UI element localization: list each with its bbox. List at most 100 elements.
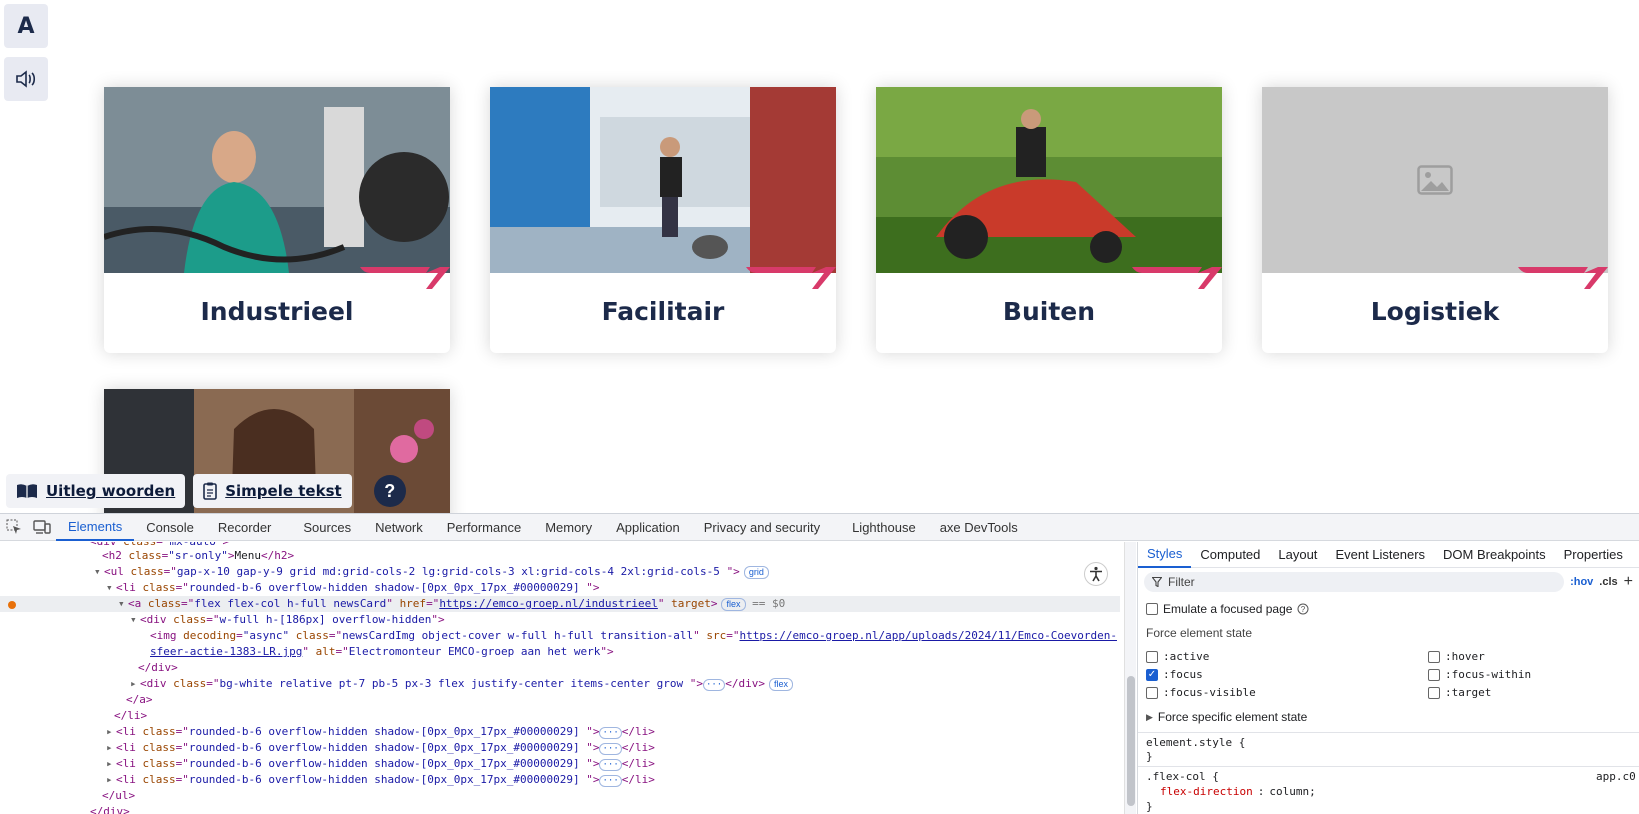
dom-line[interactable]: ▾ <ul class="gap-x-10 gap-y-9 grid md:gri… xyxy=(94,564,769,580)
tab-axe-devtools[interactable]: axe DevTools xyxy=(928,514,1030,541)
state-focus-visible-row[interactable]: :focus-visible xyxy=(1146,686,1256,699)
tab-privacy-security[interactable]: Privacy and security xyxy=(692,514,832,541)
img-src-link[interactable]: https://emco-groep.nl/app/uploads/2024/1… xyxy=(739,629,1117,642)
dom-line-selected[interactable]: ▾ <a class="flex flex-col h-full newsCard… xyxy=(0,596,1120,612)
inspect-element-button[interactable] xyxy=(0,514,28,541)
state-focus-within-checkbox[interactable] xyxy=(1428,668,1440,681)
state-focus-visible-checkbox[interactable] xyxy=(1146,686,1158,699)
tab-network[interactable]: Network xyxy=(363,514,435,541)
collapsed-content-button[interactable]: ··· xyxy=(599,775,622,787)
flex-badge[interactable]: flex xyxy=(768,678,793,691)
hov-toggle[interactable]: :hov xyxy=(1570,576,1593,588)
card-title: Buiten xyxy=(1002,297,1096,326)
dom-line[interactable]: <img decoding="async" class="newsCardImg… xyxy=(150,628,1117,644)
divider xyxy=(1138,766,1639,767)
card-title: Industrieel xyxy=(200,297,354,326)
elements-tree[interactable]: <div class="mx-auto"> <h2 class="sr-only… xyxy=(0,542,1126,814)
news-card-industrieel[interactable]: Industrieel xyxy=(104,87,450,353)
dom-line[interactable]: ▸ <div class="bg-white relative pt-7 pb-5… xyxy=(130,676,793,692)
tab-elements[interactable]: Elements xyxy=(56,514,135,541)
tab-sources[interactable]: Sources xyxy=(291,514,363,541)
state-active-checkbox[interactable] xyxy=(1146,650,1158,663)
rule-source-link[interactable]: app.c0 xyxy=(1596,770,1636,783)
state-target-checkbox[interactable] xyxy=(1428,686,1440,699)
element-style-rule[interactable]: element.style { xyxy=(1146,736,1245,749)
rule-close-brace: } xyxy=(1146,750,1153,763)
state-focus-row[interactable]: ✓:focus xyxy=(1146,668,1203,681)
dom-line[interactable]: ▸ <li class="rounded-b-6 overflow-hidden … xyxy=(106,724,655,740)
devtools-tab-bar: Elements Console Recorder Sources Networ… xyxy=(0,514,1639,541)
cleaner-photo-illustration xyxy=(490,87,836,273)
help-circle-icon[interactable]: ? xyxy=(1297,603,1309,615)
tab-properties[interactable]: Properties xyxy=(1555,542,1632,568)
tab-event-listeners[interactable]: Event Listeners xyxy=(1326,542,1434,568)
dom-line[interactable]: </ul> xyxy=(102,788,135,804)
flex-badge[interactable]: flex xyxy=(721,598,746,611)
styles-tab-bar: Styles Computed Layout Event Listeners D… xyxy=(1138,542,1639,568)
scrollbar-thumb[interactable] xyxy=(1127,676,1135,806)
dom-line[interactable]: ▸ <li class="rounded-b-6 overflow-hidden … xyxy=(106,772,655,788)
collapsed-content-button[interactable]: ··· xyxy=(599,759,622,771)
state-focus-within-row[interactable]: :focus-within xyxy=(1428,668,1531,681)
tab-dom-breakpoints[interactable]: DOM Breakpoints xyxy=(1434,542,1555,568)
dom-line[interactable]: </li> xyxy=(114,708,147,724)
simpele-tekst-button[interactable]: Simpele tekst xyxy=(193,474,352,508)
emulate-focused-checkbox[interactable] xyxy=(1146,603,1158,615)
dom-line[interactable]: </a> xyxy=(126,692,153,708)
new-rule-plus-icon[interactable]: + xyxy=(1624,573,1633,591)
cls-toggle[interactable]: .cls xyxy=(1599,576,1617,588)
elements-scrollbar[interactable] xyxy=(1124,542,1136,814)
state-focus-checkbox[interactable]: ✓ xyxy=(1146,668,1158,681)
help-label: ? xyxy=(384,480,396,501)
news-card-buiten[interactable]: Buiten xyxy=(876,87,1222,353)
state-hover-checkbox[interactable] xyxy=(1428,650,1440,663)
emulate-focused-page-row[interactable]: Emulate a focused page ? xyxy=(1146,602,1309,616)
uitleg-woorden-button[interactable]: Uitleg woorden xyxy=(6,474,186,508)
tab-lighthouse[interactable]: Lighthouse xyxy=(840,514,928,541)
read-aloud-button[interactable] xyxy=(4,57,48,101)
flex-direction-declaration[interactable]: flex-direction: column; xyxy=(1160,785,1316,798)
tab-computed[interactable]: Computed xyxy=(1191,542,1269,568)
dom-line[interactable]: sfeer-actie-1383-LR.jpg" alt="Electromon… xyxy=(150,644,614,660)
force-specific-state-toggle[interactable]: ▶ Force specific element state xyxy=(1146,710,1307,724)
dom-line[interactable]: ▸ <li class="rounded-b-6 overflow-hidden … xyxy=(106,756,655,772)
collapsed-content-button[interactable]: ··· xyxy=(599,727,622,739)
state-target-row[interactable]: :target xyxy=(1428,686,1491,699)
webpage: A Industrieel Facilitair Buiten Logistie… xyxy=(0,0,1639,513)
href-link[interactable]: https://emco-groep.nl/industrieel xyxy=(439,597,658,610)
grid-badge[interactable]: grid xyxy=(743,566,769,579)
styles-pane: Styles Computed Layout Event Listeners D… xyxy=(1137,542,1639,814)
accessibility-icon xyxy=(1090,566,1102,582)
dom-line[interactable]: ▾ <li class="rounded-b-6 overflow-hidden … xyxy=(106,580,599,596)
text-size-button[interactable]: A xyxy=(4,4,48,48)
styles-filter-input[interactable]: Filter xyxy=(1144,572,1565,592)
tab-styles[interactable]: Styles xyxy=(1138,542,1192,568)
tab-performance[interactable]: Performance xyxy=(435,514,533,541)
dom-line[interactable]: </div> xyxy=(138,660,178,676)
help-button[interactable]: ? xyxy=(373,475,406,507)
tab-console[interactable]: Console xyxy=(134,514,206,541)
tab-recorder[interactable]: Recorder xyxy=(206,514,283,541)
device-icon xyxy=(33,520,51,534)
flex-col-rule-selector[interactable]: .flex-col { xyxy=(1146,770,1219,783)
text-size-label: A xyxy=(17,13,35,39)
cursor-select-icon xyxy=(6,519,21,534)
force-state-heading: Force element state xyxy=(1146,626,1253,640)
tab-application[interactable]: Application xyxy=(604,514,692,541)
news-card-facilitair[interactable]: Facilitair xyxy=(490,87,836,353)
tab-memory[interactable]: Memory xyxy=(533,514,604,541)
dom-line[interactable]: <h2 class="sr-only">Menu</h2> xyxy=(102,548,294,564)
state-active-row[interactable]: :active xyxy=(1146,650,1209,663)
dom-line[interactable]: ▸ <li class="rounded-b-6 overflow-hidden … xyxy=(106,740,655,756)
card-accent-arrow xyxy=(1518,267,1608,289)
book-icon xyxy=(17,484,37,498)
tab-layout[interactable]: Layout xyxy=(1269,542,1326,568)
accessibility-tree-button[interactable] xyxy=(1084,562,1108,586)
device-toggle-button[interactable] xyxy=(28,514,56,541)
collapsed-content-button[interactable]: ··· xyxy=(702,679,726,691)
state-hover-row[interactable]: :hover xyxy=(1428,650,1485,663)
collapsed-content-button[interactable]: ··· xyxy=(599,743,622,755)
dom-line[interactable]: ▾ <div class="w-full h-[186px] overflow-h… xyxy=(130,612,445,628)
news-card-logistiek[interactable]: Logistiek xyxy=(1262,87,1608,353)
svg-text:?: ? xyxy=(1301,605,1306,614)
